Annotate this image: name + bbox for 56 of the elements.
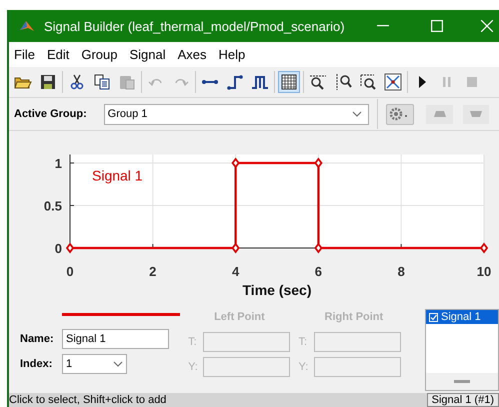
x-tick-label: 6	[314, 264, 322, 279]
status-message: Click to select, Shift+click to add	[9, 394, 166, 406]
menu-item[interactable]: Axes	[178, 47, 207, 62]
minimize-icon[interactable]	[377, 25, 389, 27]
x-tick-label: 2	[149, 264, 156, 279]
index-label: Index:	[20, 358, 54, 370]
y-tick-label: 0	[54, 241, 62, 256]
data-point-marker[interactable]	[314, 158, 323, 168]
up-icon	[434, 111, 446, 117]
point-section-title: Right Point	[324, 311, 384, 325]
y-tick-label: 0.5	[44, 198, 62, 214]
close-icon[interactable]	[481, 20, 493, 32]
y-tick-label: 1	[54, 156, 62, 171]
active-group-dropdown[interactable]: Group 1	[104, 104, 370, 124]
y-label: Y:	[298, 360, 310, 372]
window-title: Signal Builder (leaf_thermal_model/Pmod_scenario)	[44, 18, 346, 34]
menu-item[interactable]: Edit	[46, 47, 70, 62]
menu-item[interactable]: Group	[81, 47, 118, 62]
y-label: Y:	[188, 360, 199, 372]
menu-item[interactable]: Signal	[130, 47, 166, 62]
x-tick-label: 0	[66, 264, 74, 279]
chevron-down-icon	[113, 360, 123, 366]
x-axis-title: Time (sec)	[242, 282, 312, 298]
t-label: T:	[188, 336, 198, 348]
fit-tool-icon[interactable]	[382, 71, 404, 93]
x-tick-label: 8	[398, 264, 405, 279]
x-tick-label: 4	[232, 264, 240, 279]
value-field[interactable]	[314, 356, 401, 376]
index-dropdown[interactable]: 1	[62, 354, 127, 374]
grid-tool-icon[interactable]	[278, 71, 300, 93]
checkbox-icon[interactable]	[428, 312, 438, 322]
menu-item[interactable]: File	[14, 47, 35, 62]
data-point-marker[interactable]	[231, 158, 240, 168]
t-label: T:	[298, 336, 308, 348]
active-group-value: Group 1	[108, 108, 148, 120]
signal-list-item[interactable]: Signal 1	[426, 310, 498, 324]
x-tick-label: 10	[476, 264, 492, 279]
point-section-title: Left Point	[213, 311, 266, 325]
data-point-marker[interactable]	[314, 242, 323, 254]
down-icon	[470, 111, 482, 117]
time-field[interactable]	[203, 332, 290, 352]
data-point-marker[interactable]	[231, 242, 240, 254]
gear-dropdown-button[interactable]	[386, 104, 414, 124]
name-label: Name:	[20, 332, 55, 344]
value-field[interactable]	[203, 356, 290, 376]
maximize-icon[interactable]	[431, 20, 443, 32]
name-field[interactable]: Signal 1	[62, 328, 169, 348]
chevron-down-icon	[352, 111, 362, 117]
active-group-label: Active Group:	[14, 108, 88, 120]
time-field[interactable]	[314, 332, 401, 352]
data-point-marker[interactable]	[480, 242, 488, 254]
status-signal-indicator: Signal 1 (#1)	[426, 393, 499, 407]
menu-item[interactable]: Help	[218, 47, 246, 62]
resize-grip-icon[interactable]	[454, 380, 470, 383]
data-point-marker[interactable]	[66, 242, 74, 254]
signal-label: Signal 1	[92, 168, 143, 184]
